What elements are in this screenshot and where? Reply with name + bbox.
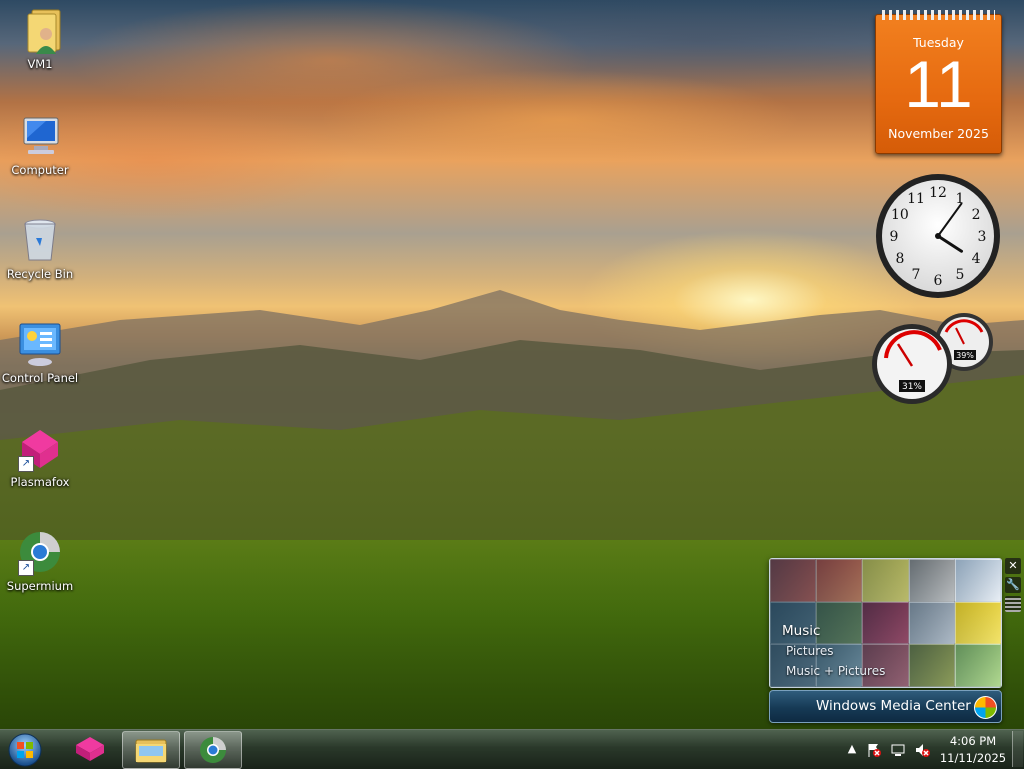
desktop-icon-label: Supermium — [6, 579, 74, 593]
media-menu-item-music-pictures[interactable]: Music + Pictures — [782, 661, 885, 681]
clock-numeral: 3 — [978, 229, 987, 245]
user-folder-icon — [16, 6, 64, 54]
desktop-icon-label: Control Panel — [1, 371, 79, 385]
close-gadget-icon[interactable]: ✕ — [1005, 558, 1021, 574]
desktop-icon-label: Recycle Bin — [6, 267, 74, 281]
desktop-icon-supermium[interactable]: ↗ Supermium — [0, 528, 80, 593]
clock-numeral: 11 — [907, 191, 925, 207]
taskbar-clock[interactable]: 4:06 PM 11/11/2025 — [933, 733, 1013, 767]
clock-numeral: 2 — [972, 207, 981, 223]
clock-numeral: 4 — [972, 251, 981, 267]
windows-logo-icon — [974, 696, 997, 719]
desktop-icon-vm1[interactable]: VM1 — [0, 6, 80, 71]
taskbar-time: 4:06 PM — [949, 734, 997, 748]
calendar-rings — [882, 10, 995, 20]
clock-numeral: 8 — [895, 251, 904, 267]
supermium-icon: ↗ — [16, 528, 64, 576]
computer-icon — [16, 112, 64, 160]
drag-handle-icon[interactable] — [1005, 596, 1021, 612]
control-panel-icon — [16, 320, 64, 368]
action-center-flag-icon[interactable] — [866, 742, 882, 758]
start-button[interactable] — [5, 731, 45, 769]
volume-muted-icon[interactable] — [914, 742, 930, 758]
wallpaper-clouds — [0, 0, 1024, 300]
media-menu: Music Pictures Music + Pictures — [782, 621, 885, 681]
media-menu-item-music[interactable]: Music — [782, 621, 885, 641]
supermium-icon — [200, 737, 226, 763]
media-menu-item-pictures[interactable]: Pictures — [782, 641, 885, 661]
desktop-icon-recycle-bin[interactable]: Recycle Bin — [0, 216, 80, 281]
network-icon[interactable] — [890, 742, 906, 758]
shortcut-arrow-icon: ↗ — [18, 456, 34, 472]
memory-percent-text: 39% — [956, 351, 974, 360]
cpu-meter-gadget[interactable]: 39% 31% — [868, 310, 998, 406]
recycle-bin-icon — [16, 216, 64, 264]
calendar-month-year: November 2025 — [888, 126, 989, 141]
clock-center — [935, 233, 941, 239]
taskbar: ▲ 4:06 PM 11/11/2025 — [0, 729, 1024, 769]
cpu-percent-text: 31% — [902, 382, 922, 392]
calendar-gadget[interactable]: Tuesday 11 November 2025 — [875, 10, 1002, 154]
plasmafox-icon — [76, 737, 104, 761]
calendar-day: 11 — [904, 47, 973, 121]
taskbar-explorer-button[interactable] — [122, 731, 180, 769]
desktop-icon-label: Computer — [11, 163, 69, 177]
media-center-gadget[interactable]: Music Pictures Music + Pictures — [769, 558, 1002, 688]
clock-numeral: 9 — [890, 229, 899, 245]
clock-numeral: 10 — [891, 207, 909, 223]
windows-media-center-button[interactable]: Windows Media Center — [769, 690, 1002, 723]
shortcut-arrow-icon: ↗ — [18, 560, 34, 576]
desktop-icon-computer[interactable]: Computer — [0, 112, 80, 177]
gadget-controls: ✕ 🔧 — [1005, 558, 1021, 620]
desktop-icon-label: Plasmafox — [10, 475, 70, 489]
desktop-icon-label: VM1 — [27, 57, 53, 71]
taskbar-supermium-button[interactable] — [184, 731, 242, 769]
desktop-icon-plasmafox[interactable]: ↗ Plasmafox — [0, 424, 80, 489]
plasmafox-icon: ↗ — [16, 424, 64, 472]
windows-flag-red — [17, 742, 24, 749]
taskbar-date: 11/11/2025 — [939, 751, 1007, 765]
wrench-options-icon[interactable]: 🔧 — [1005, 577, 1021, 593]
folder-icon — [135, 739, 167, 763]
wmc-label: Windows Media Center — [816, 698, 971, 714]
clock-numeral: 7 — [912, 267, 921, 283]
taskbar-plasmafox-button[interactable] — [62, 731, 118, 767]
clock-numeral: 6 — [934, 273, 943, 289]
show-hidden-icons-arrow[interactable]: ▲ — [844, 742, 860, 758]
clock-numeral: 12 — [929, 185, 947, 201]
show-desktop-button[interactable] — [1012, 731, 1023, 767]
desktop-icon-control-panel[interactable]: Control Panel — [0, 320, 80, 385]
clock-numeral: 5 — [956, 267, 965, 283]
clock-gadget[interactable]: 12 1234567891011 — [874, 172, 1002, 300]
